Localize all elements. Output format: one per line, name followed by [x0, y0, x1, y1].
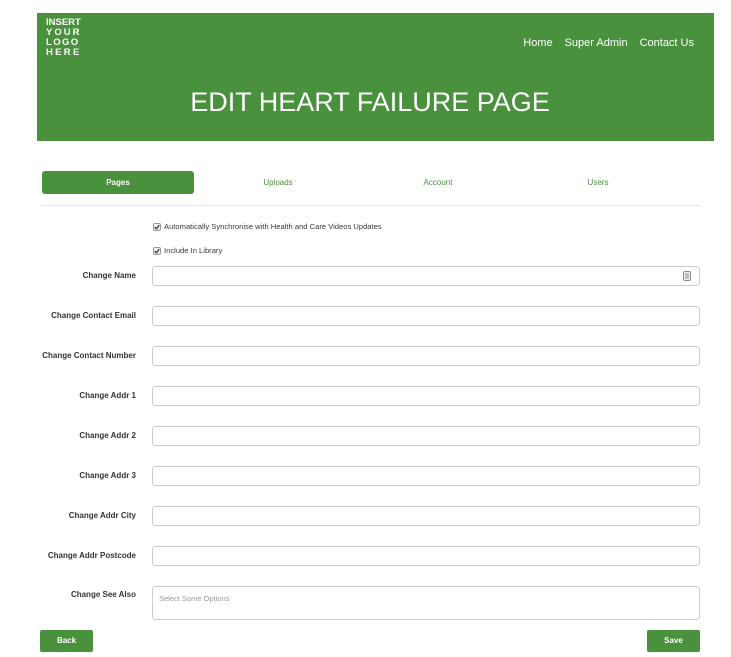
- nav-home-link[interactable]: Home: [523, 36, 552, 50]
- change-addr-1-row: Change Addr 1: [0, 386, 731, 406]
- change-name-label: Change Name: [82, 271, 136, 280]
- tab-users[interactable]: Users: [522, 171, 674, 194]
- checkmark-icon: [154, 224, 160, 230]
- change-addr-3-label: Change Addr 3: [79, 471, 136, 480]
- change-addr-1-input[interactable]: [152, 386, 700, 406]
- change-addr-2-input[interactable]: [152, 426, 700, 446]
- nav-contact-us-link[interactable]: Contact Us: [640, 36, 694, 50]
- tab-divider: [40, 205, 700, 206]
- change-addr-3-row: Change Addr 3: [0, 466, 731, 486]
- auto-sync-checkbox[interactable]: [153, 223, 161, 231]
- change-addr-postcode-row: Change Addr Postcode: [0, 546, 731, 566]
- checkmark-icon: [154, 248, 160, 254]
- change-addr-2-label: Change Addr 2: [79, 431, 136, 440]
- back-button[interactable]: Back: [40, 630, 93, 652]
- see-also-search-input[interactable]: [159, 592, 693, 604]
- change-addr-3-input[interactable]: [152, 466, 700, 486]
- include-in-library-checkbox[interactable]: [153, 247, 161, 255]
- include-in-library-option[interactable]: Include In Library: [153, 246, 222, 256]
- change-addr-2-row: Change Addr 2: [0, 426, 731, 446]
- save-button[interactable]: Save: [647, 630, 700, 652]
- change-contact-email-label: Change Contact Email: [51, 311, 136, 320]
- logo[interactable]: INSERT YOUR LOGO HERE: [46, 18, 84, 58]
- change-contact-email-input[interactable]: [152, 306, 700, 326]
- change-contact-number-row: Change Contact Number: [0, 346, 731, 366]
- tab-account[interactable]: Account: [362, 171, 514, 194]
- auto-sync-label: Automatically Synchronise with Health an…: [164, 222, 382, 231]
- change-see-also-label: Change See Also: [70, 590, 136, 599]
- tab-bar: Pages Uploads Account Users: [38, 171, 678, 194]
- tab-uploads[interactable]: Uploads: [202, 171, 354, 194]
- top-nav: Home Super Admin Contact Us: [523, 36, 694, 50]
- change-name-row: Change Name: [0, 266, 731, 286]
- site-header: INSERT YOUR LOGO HERE Home Super Admin C…: [37, 13, 714, 141]
- see-also-multiselect[interactable]: [152, 586, 700, 620]
- change-addr-city-input[interactable]: [152, 506, 700, 526]
- change-see-also-row: Change See Also: [0, 586, 731, 620]
- auto-sync-option[interactable]: Automatically Synchronise with Health an…: [153, 222, 382, 232]
- change-addr-postcode-input[interactable]: [152, 546, 700, 566]
- contacts-autofill-icon[interactable]: [683, 271, 691, 281]
- change-addr-city-row: Change Addr City: [0, 506, 731, 526]
- include-in-library-label: Include In Library: [164, 246, 223, 255]
- tab-pages[interactable]: Pages: [42, 171, 194, 194]
- logo-line: HERE: [46, 47, 82, 58]
- change-addr-1-label: Change Addr 1: [79, 391, 136, 400]
- change-contact-number-label: Change Contact Number: [42, 351, 136, 360]
- nav-super-admin-link[interactable]: Super Admin: [565, 36, 628, 50]
- change-contact-email-row: Change Contact Email: [0, 306, 731, 326]
- change-contact-number-input[interactable]: [152, 346, 700, 366]
- page-title: EDIT HEART FAILURE PAGE: [190, 87, 550, 117]
- change-addr-city-label: Change Addr City: [68, 511, 136, 520]
- change-addr-postcode-label: Change Addr Postcode: [47, 551, 136, 560]
- change-name-input[interactable]: [152, 266, 700, 286]
